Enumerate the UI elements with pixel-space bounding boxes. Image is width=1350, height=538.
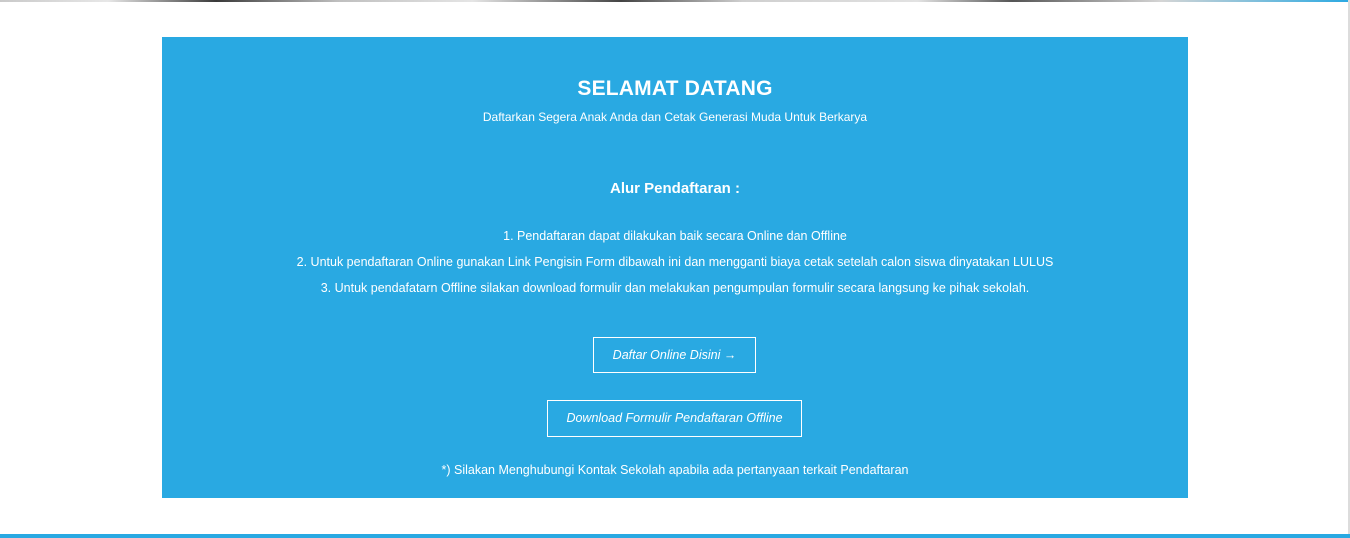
download-offline-form-button[interactable]: Download Formulir Pendaftaran Offline [547, 400, 802, 437]
welcome-title: SELAMAT DATANG [577, 77, 773, 100]
welcome-subtitle: Daftarkan Segera Anak Anda dan Cetak Gen… [482, 110, 868, 124]
registration-flow-title: Alur Pendaftaran : [609, 180, 741, 197]
register-online-button[interactable]: Daftar Online Disini → [593, 337, 756, 373]
registration-step: 1. Pendaftaran dapat dilakukan baik seca… [503, 229, 847, 243]
header-image-edge [0, 0, 1350, 2]
registration-panel: SELAMAT DATANG Daftarkan Segera Anak And… [162, 37, 1188, 498]
registration-step: 3. Untuk pendafatarn Offline silakan dow… [320, 281, 1030, 295]
footer-top-border [0, 534, 1350, 538]
contact-note: *) Silakan Menghubungi Kontak Sekolah ap… [441, 463, 909, 477]
registration-step: 2. Untuk pendaftaran Online gunakan Link… [296, 255, 1054, 269]
registration-steps-list: 1. Pendaftaran dapat dilakukan baik seca… [162, 223, 1188, 301]
